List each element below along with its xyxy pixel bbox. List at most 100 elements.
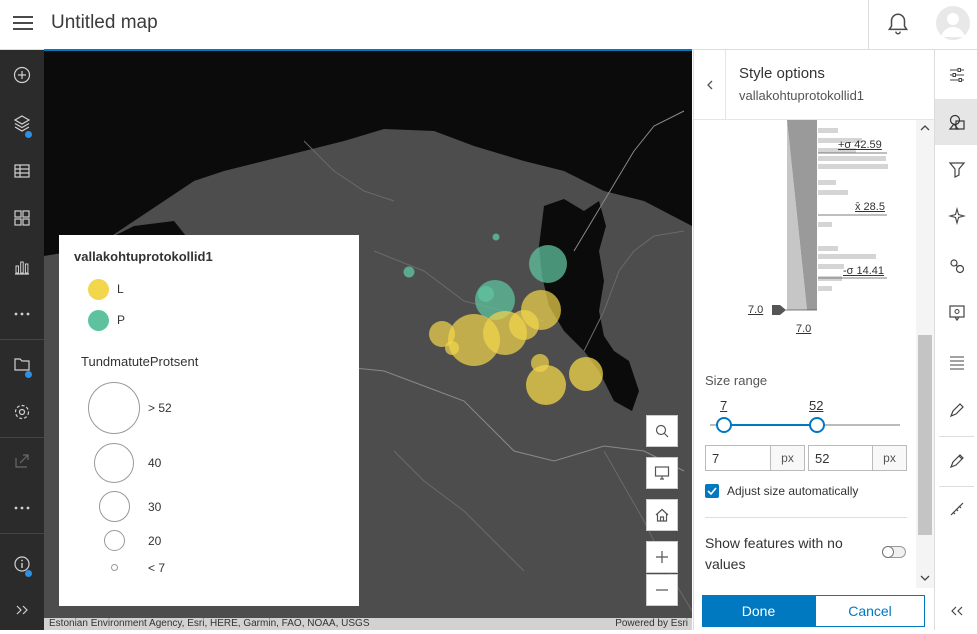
home-icon <box>655 508 669 522</box>
scroll-up-icon <box>920 125 930 131</box>
size-range-label: Size range <box>705 373 768 388</box>
configure-popups-icon[interactable] <box>935 290 977 336</box>
toolbar-divider <box>0 533 44 534</box>
size-max-value[interactable]: 52 <box>815 451 829 466</box>
show-no-values-toggle[interactable] <box>882 546 906 558</box>
charts-icon[interactable] <box>0 247 44 287</box>
more-icon[interactable] <box>0 294 44 334</box>
home-button[interactable] <box>646 499 678 531</box>
panel-scroll-area[interactable]: +σ 42.59 x̄ 28.5 -σ 14.41 7.0 7.0 Size r… <box>694 120 916 588</box>
map-symbol-p <box>492 233 500 241</box>
checkmark-icon <box>707 487 717 496</box>
map-symbol-l <box>526 365 566 405</box>
panel-subtitle: vallakohtuprotokollid1 <box>739 88 865 103</box>
sketch-icon[interactable] <box>935 387 977 433</box>
plus-sigma-label: +σ 42.59 <box>838 139 882 151</box>
info-icon[interactable] <box>0 544 44 584</box>
back-button[interactable] <box>694 50 726 120</box>
add-icon[interactable] <box>0 55 44 95</box>
measure-icon[interactable] <box>935 486 977 532</box>
layers-icon[interactable] <box>0 103 44 143</box>
pop-ups-icon[interactable] <box>935 243 977 289</box>
left-toolbar <box>0 50 44 630</box>
size-min-value[interactable]: 7 <box>712 451 719 466</box>
map-symbol-l <box>445 341 459 355</box>
show-no-values-label: Show features with no values <box>705 535 843 572</box>
powered-by[interactable]: Powered by Esri <box>615 618 688 630</box>
legend-size-circle <box>104 530 125 551</box>
legend-swatch-p <box>88 310 109 331</box>
table-icon[interactable] <box>0 151 44 191</box>
done-button[interactable]: Done <box>702 595 815 627</box>
map-symbol-l <box>569 357 603 391</box>
filter-icon[interactable] <box>935 146 977 192</box>
menu-icon[interactable] <box>13 14 33 32</box>
panel-header: Style options vallakohtuprotokollid1 <box>694 50 935 120</box>
panel-scrollbar[interactable] <box>916 120 934 588</box>
scroll-down-icon <box>920 575 930 581</box>
legend-size-circle <box>111 564 118 571</box>
legend-size-circle <box>88 382 140 434</box>
basemap-icon[interactable] <box>0 198 44 238</box>
histogram-handle-value[interactable]: 7.0 <box>748 304 763 316</box>
size-max-handle[interactable] <box>809 417 826 433</box>
map-symbol-p <box>403 266 415 278</box>
avatar[interactable] <box>936 6 970 40</box>
legend-layer-title: vallakohtuprotokollid1 <box>74 249 213 264</box>
size-min-field[interactable]: 7 px <box>705 445 805 471</box>
size-max-field[interactable]: 52 px <box>808 445 907 471</box>
legend-label-l: L <box>117 282 124 296</box>
edit-icon[interactable] <box>935 438 977 484</box>
settings-icon[interactable] <box>0 392 44 432</box>
map-symbol-p <box>478 286 494 302</box>
monitor-icon <box>654 466 670 480</box>
map-attribution: Estonian Environment Agency, Esri, HERE,… <box>44 618 692 630</box>
effects-icon[interactable] <box>935 193 977 239</box>
size-max-unit: px <box>872 446 906 470</box>
size-max-label: 52 <box>809 398 824 413</box>
size-slider-fill <box>724 424 818 426</box>
legend-size-label: 40 <box>148 456 162 470</box>
legend-label-p: P <box>117 313 126 327</box>
toolbar-divider <box>0 437 44 438</box>
minus-icon <box>656 589 668 591</box>
map-title[interactable]: Untitled map <box>51 12 158 34</box>
search-button[interactable] <box>646 415 678 447</box>
section-divider <box>705 517 907 518</box>
notifications-bell-icon[interactable] <box>885 11 911 37</box>
zoom-out-button[interactable] <box>646 574 678 606</box>
adjust-size-checkbox[interactable] <box>705 484 719 498</box>
histogram-min-value: 7.0 <box>796 323 812 335</box>
save-icon[interactable] <box>0 344 44 384</box>
legend-size-label: > 52 <box>148 401 172 415</box>
toolbar-divider <box>0 339 44 340</box>
attribution-sources: Estonian Environment Agency, Esri, HERE,… <box>49 618 370 629</box>
toolbar-divider <box>939 436 974 437</box>
size-histogram <box>772 120 888 315</box>
properties-icon[interactable] <box>935 52 977 98</box>
map-symbol-p <box>529 245 567 283</box>
styles-icon[interactable] <box>935 99 977 145</box>
legend-size-field: TundmatuteProtsent <box>81 354 199 369</box>
legend-size-label: 20 <box>148 534 162 548</box>
map-symbol-l <box>448 314 500 366</box>
size-min-handle[interactable] <box>716 417 732 433</box>
scrollbar-thumb[interactable] <box>918 335 932 535</box>
collapse-icon[interactable] <box>935 588 977 634</box>
adjust-size-label: Adjust size automatically <box>727 484 859 498</box>
panel-title: Style options <box>739 65 825 82</box>
mean-label: x̄ 28.5 <box>855 201 885 213</box>
cancel-button[interactable]: Cancel <box>815 595 925 627</box>
fullscreen-button[interactable] <box>646 457 678 489</box>
more-icon[interactable] <box>0 488 44 528</box>
style-options-panel: Style options vallakohtuprotokollid1 +σ … <box>693 50 935 630</box>
zoom-in-button[interactable] <box>646 541 678 573</box>
app-header: Untitled map <box>0 0 977 50</box>
map-view[interactable]: vallakohtuprotokollid1 L P TundmatutePro… <box>44 51 692 630</box>
plus-icon <box>656 551 668 563</box>
share-icon[interactable] <box>0 441 44 481</box>
expand-icon[interactable] <box>0 590 44 630</box>
fields-icon[interactable] <box>935 340 977 386</box>
chevron-left-icon <box>706 80 712 90</box>
header-divider <box>868 0 869 50</box>
